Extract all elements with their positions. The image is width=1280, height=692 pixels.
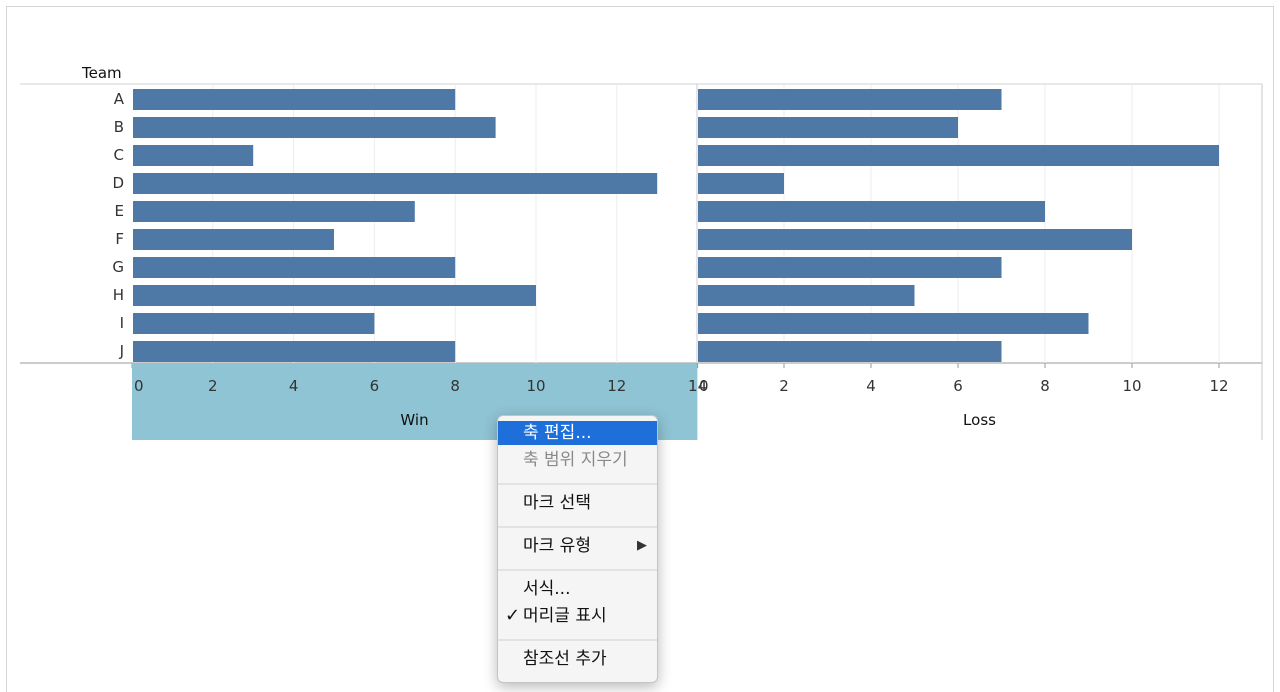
row-label-C[interactable]: C xyxy=(114,146,124,164)
menu-item-add-reference-line[interactable]: 참조선 추가 xyxy=(502,647,653,671)
tick-label: 12 xyxy=(607,377,626,395)
row-label-G[interactable]: G xyxy=(112,258,124,276)
bar-loss-B[interactable] xyxy=(698,117,958,138)
menu-separator xyxy=(498,483,657,485)
menu-item-show-header[interactable]: ✓ 머리글 표시 xyxy=(502,604,653,628)
row-label-F[interactable]: F xyxy=(115,230,124,248)
menu-separator xyxy=(498,526,657,528)
bar-win-A[interactable] xyxy=(133,89,456,110)
tick-label: 8 xyxy=(1040,377,1050,395)
bar-win-F[interactable] xyxy=(133,229,334,250)
row-label-H[interactable]: H xyxy=(113,286,124,304)
tick-label: 2 xyxy=(208,377,218,395)
tick-label: 6 xyxy=(370,377,380,395)
tick-label: 10 xyxy=(526,377,545,395)
tick-label: 12 xyxy=(1209,377,1228,395)
bar-loss-A[interactable] xyxy=(698,89,1002,110)
bar-win-G[interactable] xyxy=(133,257,456,278)
tick-label: 0 xyxy=(699,377,709,395)
row-label-A[interactable]: A xyxy=(114,90,125,108)
bar-loss-C[interactable] xyxy=(698,145,1219,166)
row-label-B[interactable]: B xyxy=(114,118,124,136)
bar-loss-D[interactable] xyxy=(698,173,784,194)
bar-loss-I[interactable] xyxy=(698,313,1089,334)
tick-label: 4 xyxy=(866,377,876,395)
bar-win-B[interactable] xyxy=(133,117,496,138)
menu-item-mark-type[interactable]: 마크 유형 ▶ xyxy=(502,534,653,558)
tick-label: 10 xyxy=(1122,377,1141,395)
bar-loss-J[interactable] xyxy=(698,341,1002,362)
bar-win-D[interactable] xyxy=(133,173,658,194)
axis-title-win[interactable]: Win xyxy=(400,411,428,429)
bar-loss-H[interactable] xyxy=(698,285,915,306)
bar-win-H[interactable] xyxy=(133,285,536,306)
bar-win-I[interactable] xyxy=(133,313,375,334)
menu-item-show-header-label: 머리글 표시 xyxy=(523,606,607,626)
menu-separator xyxy=(498,569,657,571)
menu-item-select-marks[interactable]: 마크 선택 xyxy=(502,491,653,515)
bar-win-E[interactable] xyxy=(133,201,415,222)
tick-label: 0 xyxy=(134,377,144,395)
bar-loss-G[interactable] xyxy=(698,257,1002,278)
context-menu[interactable]: 축 편집... 축 범위 지우기 마크 선택 마크 유형 ▶ 서식... ✓ 머… xyxy=(497,415,658,683)
row-label-E[interactable]: E xyxy=(115,202,124,220)
menu-separator xyxy=(498,639,657,641)
tick-label: 6 xyxy=(953,377,963,395)
axis-title-loss[interactable]: Loss xyxy=(963,411,996,429)
menu-item-edit-axis[interactable]: 축 편집... xyxy=(498,421,657,445)
checkmark-icon: ✓ xyxy=(505,605,521,626)
bar-win-C[interactable] xyxy=(133,145,254,166)
row-label-I[interactable]: I xyxy=(120,314,124,332)
bar-loss-F[interactable] xyxy=(698,229,1132,250)
submenu-arrow-icon: ▶ xyxy=(637,538,647,553)
row-label-D[interactable]: D xyxy=(112,174,124,192)
menu-item-clear-axis-range: 축 범위 지우기 xyxy=(523,450,628,470)
tick-label: 4 xyxy=(289,377,299,395)
rows-header-label[interactable]: Team xyxy=(81,64,122,82)
tick-label: 2 xyxy=(779,377,789,395)
row-label-J[interactable]: J xyxy=(119,342,124,360)
bar-loss-E[interactable] xyxy=(698,201,1045,222)
menu-item-mark-type-label: 마크 유형 xyxy=(523,536,591,556)
menu-item-format[interactable]: 서식... xyxy=(502,577,653,601)
bar-win-J[interactable] xyxy=(133,341,456,362)
tick-label: 8 xyxy=(450,377,460,395)
